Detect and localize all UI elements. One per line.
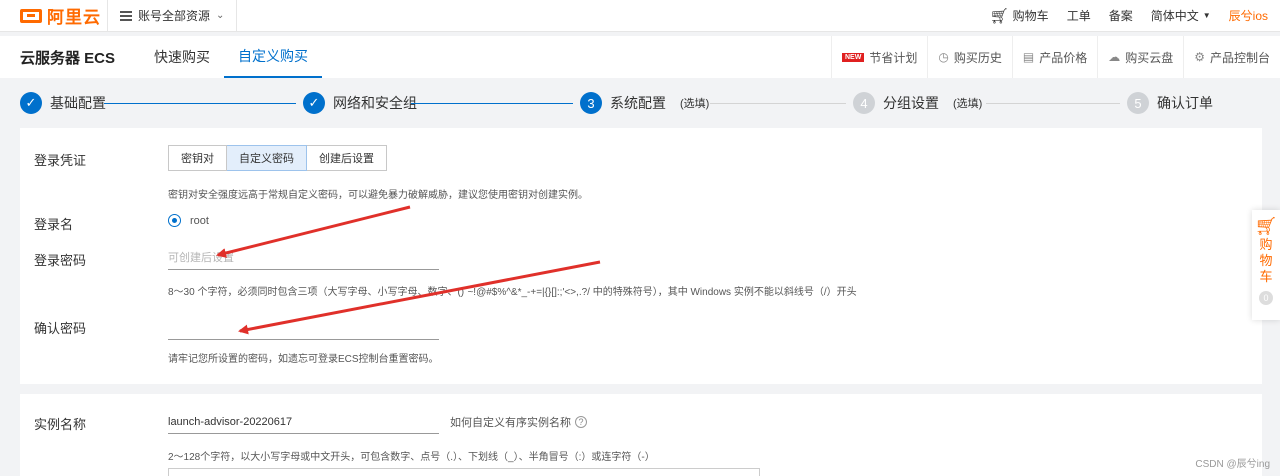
product-title: 云服务器 ECS: [20, 49, 116, 67]
step-number: 4: [853, 92, 875, 114]
cloud-disk-icon: ☁: [1108, 50, 1121, 64]
language-selector[interactable]: 简体中文 ▼: [1151, 7, 1211, 24]
step-connector: [411, 102, 573, 104]
password-input[interactable]: [168, 246, 439, 270]
radio-selected-icon: [168, 214, 181, 227]
step-connector: [710, 102, 846, 104]
resource-icon: [120, 10, 132, 21]
optional-tag: (选填): [953, 98, 983, 110]
aliyun-logo[interactable]: 阿里云: [0, 0, 108, 32]
check-icon: ✓: [303, 92, 325, 114]
purchase-steps: ✓ 基础配置 ✓ 网络和安全组 3 系统配置 (选填) 4 分组设置 (选填) …: [0, 82, 1280, 124]
step-label: 基础配置: [50, 95, 106, 111]
cart-icon: 🛒︎: [1254, 216, 1278, 236]
step-group-settings[interactable]: 4 分组设置 (选填): [853, 92, 982, 114]
product-price-label: 产品价格: [1039, 50, 1088, 65]
step-label: 分组设置: [883, 95, 939, 111]
step-number: 3: [580, 92, 602, 114]
instance-name-help-label: 如何自定义有序实例名称: [450, 417, 571, 429]
credential-label: 登录凭证: [34, 153, 87, 168]
step-system-config[interactable]: 3 系统配置 (选填): [580, 92, 709, 114]
cart-link[interactable]: 🛒︎ 购物车: [990, 7, 1049, 25]
step-label: 确认订单: [1157, 95, 1213, 111]
login-credential-panel: 登录凭证 密钥对 自定义密码 创建后设置 密钥对安全强度远高于常规自定义密码，可…: [20, 128, 1262, 384]
beian-link[interactable]: 备案: [1109, 7, 1133, 24]
password-hint: 8～30 个字符，必须同时包含三项（大写字母、小写字母、数字、()`~!@#$%…: [168, 287, 857, 298]
instance-name-panel: 实例名称 如何自定义有序实例名称 ? 2～128个字符，以大小写字母或中文开头，…: [20, 394, 1262, 476]
logo-text: 阿里云: [47, 8, 101, 27]
set-after-create-option[interactable]: 创建后设置: [307, 145, 387, 171]
optional-tag: (选填): [680, 98, 710, 110]
login-name-label: 登录名: [34, 217, 74, 232]
keypair-option[interactable]: 密钥对: [168, 145, 227, 171]
floating-cart-label: 购物车: [1259, 237, 1273, 284]
clock-icon: ◷: [938, 50, 949, 64]
logo-icon: [20, 8, 42, 23]
instance-name-input[interactable]: [168, 410, 439, 434]
instance-name-hint: 2～128个字符，以大小写字母或中文开头，可包含数字、点号（.）、下划线（_）、…: [168, 452, 655, 463]
cart-count-badge: 0: [1259, 291, 1273, 305]
credential-hint: 密钥对安全强度远高于常规自定义密码，可以避免暴力破解威胁，建议您使用密钥对创建实…: [168, 190, 588, 201]
chevron-down-icon: ⌄: [216, 10, 225, 21]
cart-icon: 🛒︎: [989, 7, 1009, 25]
step-network-security[interactable]: ✓ 网络和安全组: [303, 92, 417, 114]
step-label: 系统配置: [610, 95, 666, 111]
purchase-history-label: 购买历史: [953, 50, 1002, 65]
new-badge: NEW: [841, 52, 865, 62]
login-name-radio[interactable]: root: [168, 214, 209, 227]
buy-disk-label: 购买云盘: [1125, 50, 1174, 65]
tab-quick-buy[interactable]: 快速购买: [140, 36, 224, 78]
confirm-password-hint: 请牢记您所设置的密码，如遗忘可登录ECS控制台重置密码。: [168, 354, 439, 365]
instance-name-help[interactable]: 如何自定义有序实例名称 ?: [450, 414, 587, 430]
confirm-password-input[interactable]: [168, 316, 439, 340]
step-label: 网络和安全组: [333, 95, 417, 111]
password-label: 登录密码: [34, 253, 87, 268]
step-connector: [104, 102, 296, 104]
language-label: 简体中文: [1150, 9, 1199, 23]
purchase-history-link[interactable]: ◷ 购买历史: [927, 36, 1012, 78]
product-header: 云服务器 ECS 快速购买 自定义购买 NEW 节省计划 ◷ 购买历史 ▤ 产品…: [0, 36, 1280, 78]
cart-label: 购物车: [1012, 9, 1049, 23]
savings-plan-label: 节省计划: [869, 50, 918, 65]
custom-password-option[interactable]: 自定义密码: [227, 145, 307, 171]
step-connector: [986, 102, 1120, 104]
top-navbar: 阿里云 账号全部资源 ⌄ 🛒︎ 购物车 工单 备案 简体中文 ▼ 辰兮ios: [0, 0, 1280, 32]
resource-switcher[interactable]: 账号全部资源 ⌄: [108, 0, 238, 32]
tab-custom-buy[interactable]: 自定义购买: [224, 36, 322, 78]
step-number: 5: [1127, 92, 1149, 114]
product-price-link[interactable]: ▤ 产品价格: [1011, 36, 1097, 78]
buy-disk-link[interactable]: ☁ 购买云盘: [1097, 36, 1183, 78]
floating-cart[interactable]: 🛒︎ 购物车 0: [1252, 210, 1280, 320]
price-list-icon: ▤: [1022, 50, 1035, 64]
product-console-label: 产品控制台: [1209, 50, 1270, 65]
login-name-value: root: [190, 214, 209, 227]
description-box[interactable]: [168, 468, 760, 476]
credential-selector: 密钥对 自定义密码 创建后设置: [168, 145, 387, 171]
resource-switch-label: 账号全部资源: [138, 9, 211, 23]
step-confirm-order[interactable]: 5 确认订单: [1127, 92, 1213, 114]
instance-name-label: 实例名称: [34, 417, 87, 432]
confirm-password-label: 确认密码: [34, 321, 87, 336]
check-icon: ✓: [20, 92, 42, 114]
workorder-link[interactable]: 工单: [1067, 7, 1091, 24]
product-console-link[interactable]: ⚙ 产品控制台: [1183, 36, 1280, 78]
gear-icon: ⚙: [1194, 50, 1205, 64]
question-icon: ?: [575, 416, 587, 428]
step-basic-config[interactable]: ✓ 基础配置: [20, 92, 106, 114]
watermark: CSDN @辰兮ing: [1195, 459, 1270, 470]
savings-plan-link[interactable]: NEW 节省计划: [830, 36, 927, 78]
caret-down-icon: ▼: [1202, 11, 1211, 20]
user-account[interactable]: 辰兮ios: [1229, 7, 1268, 24]
